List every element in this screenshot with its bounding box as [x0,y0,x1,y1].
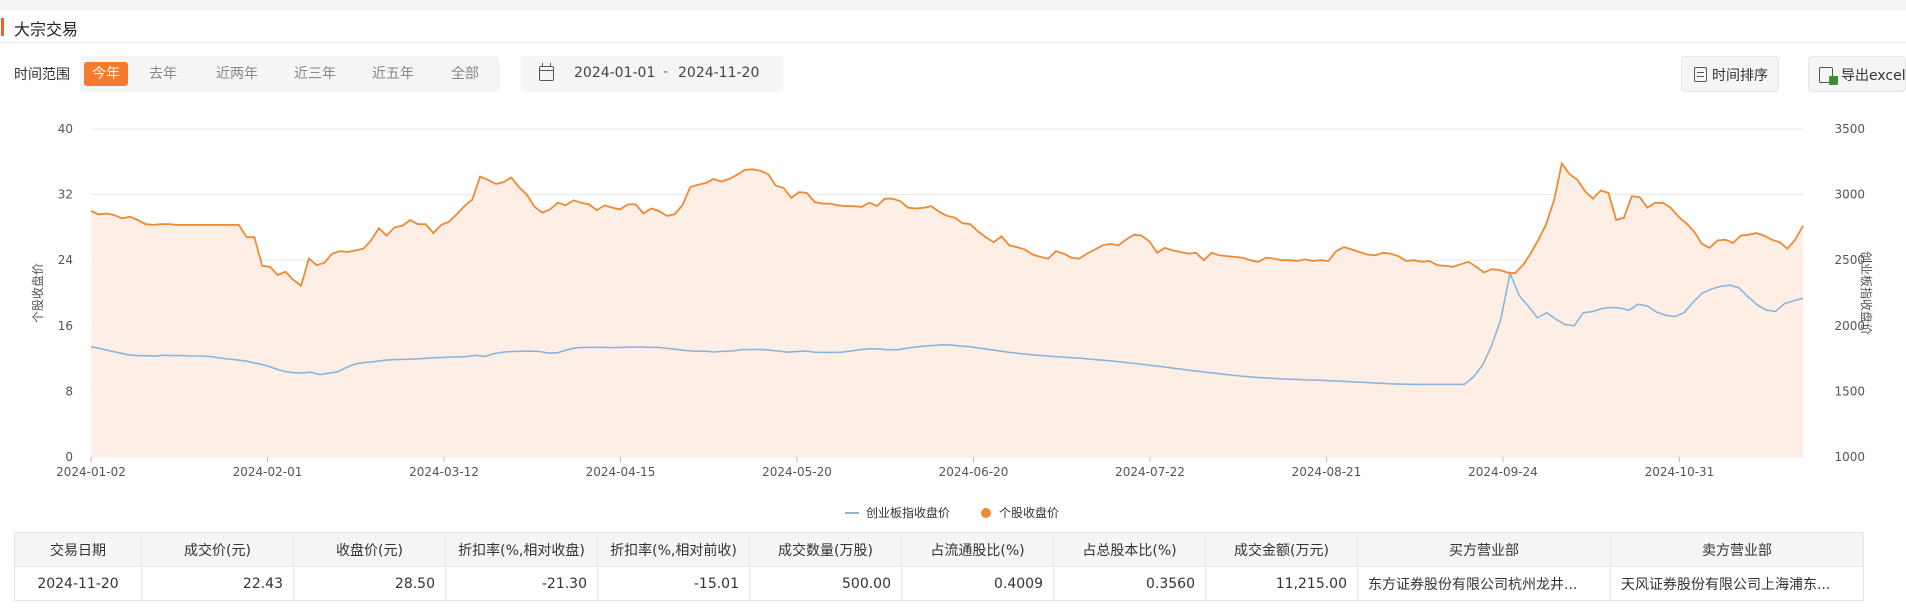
col-header-discount-close[interactable]: 折扣率(%,相对收盘) [445,532,598,567]
range-five-years-button[interactable]: 近五年 [362,62,424,86]
range-all-button[interactable]: 全部 [440,62,490,86]
y-left-tick-label: 16 [58,319,73,333]
time-range-selector: 今年 去年 近两年 近三年 近五年 全部 [80,56,500,92]
y-right-tick-label: 1000 [1834,450,1865,464]
export-excel-button[interactable]: 导出excel [1808,56,1906,92]
legend-index-label: 创业板指收盘价 [866,505,950,520]
panel-header: 大宗交易 [0,10,1906,43]
end-date-input[interactable]: 2024-11-20 [678,65,759,81]
date-separator: - [663,64,669,80]
legend-stock-label: 个股收盘价 [999,505,1059,520]
export-excel-label: 导出excel [1841,68,1906,84]
time-sort-label: 时间排序 [1712,68,1768,84]
x-tick-label: 2024-09-24 [1468,465,1538,479]
cell-seller[interactable]: 天风证券股份有限公司上海浦东... [1610,566,1864,601]
x-tick-label: 2024-03-12 [409,465,479,479]
col-header-buyer[interactable]: 买方营业部 [1357,532,1611,567]
y-left-tick-label: 40 [58,122,73,136]
y-left-tick-label: 24 [58,253,73,267]
stock-price-area [91,163,1803,457]
table-row[interactable]: 2024-11-20 22.43 28.50 -21.30 -15.01 500… [14,566,1864,601]
col-header-volume[interactable]: 成交数量(万股) [749,532,902,567]
x-tick-label: 2024-10-31 [1645,465,1715,479]
range-this-year-button[interactable]: 今年 [84,62,128,86]
y-left-tick-label: 32 [58,188,73,202]
x-tick-label: 2024-05-20 [762,465,832,479]
cell-close-price: 28.50 [293,566,446,601]
range-three-years-button[interactable]: 近三年 [284,62,346,86]
cell-volume: 500.00 [749,566,902,601]
start-date-input[interactable]: 2024-01-01 [574,65,655,81]
sort-icon [1694,67,1707,82]
block-trade-table: 交易日期 成交价(元) 收盘价(元) 折扣率(%,相对收盘) 折扣率(%,相对前… [14,532,1864,601]
col-header-total-ratio[interactable]: 占总股本比(%) [1053,532,1206,567]
range-last-year-button[interactable]: 去年 [136,62,190,86]
col-header-amount[interactable]: 成交金额(万元) [1205,532,1358,567]
x-tick-label: 2024-06-20 [939,465,1009,479]
table-header-row: 交易日期 成交价(元) 收盘价(元) 折扣率(%,相对收盘) 折扣率(%,相对前… [14,532,1864,567]
y-right-tick-label: 3500 [1834,122,1865,136]
panel-title: 大宗交易 [14,20,79,39]
cell-trade-price: 22.43 [141,566,294,601]
cell-discount-prev: -15.01 [597,566,750,601]
time-range-label: 时间范围 [14,67,70,83]
cell-buyer[interactable]: 东方证券股份有限公司杭州龙井... [1357,566,1611,601]
x-tick-label: 2024-07-22 [1115,465,1185,479]
cell-discount-close: -21.30 [445,566,598,601]
col-header-float-ratio[interactable]: 占流通股比(%) [901,532,1054,567]
y-left-tick-label: 0 [65,450,73,464]
excel-icon [1819,67,1838,85]
x-tick-label: 2024-04-15 [586,465,656,479]
cell-trade-date: 2024-11-20 [14,566,142,601]
title-accent-bar [1,18,4,36]
y-left-axis-title: 个股收盘价 [30,263,45,323]
col-header-trade-price[interactable]: 成交价(元) [141,532,294,567]
y-right-tick-label: 1500 [1834,384,1865,398]
x-tick-label: 2024-02-01 [233,465,303,479]
price-chart: 0816243240100015002000250030003500个股收盘价创… [30,122,1874,520]
cell-float-ratio: 0.4009 [901,566,1054,601]
legend-stock-swatch [981,508,991,518]
cell-total-ratio: 0.3560 [1053,566,1206,601]
x-tick-label: 2024-01-02 [56,465,126,479]
y-right-tick-label: 3000 [1834,188,1865,202]
col-header-trade-date[interactable]: 交易日期 [14,532,142,567]
y-right-axis-title: 创业板指收盘价 [1859,251,1874,335]
y-left-tick-label: 8 [65,384,73,398]
col-header-close-price[interactable]: 收盘价(元) [293,532,446,567]
date-range-picker[interactable]: 2024-01-01 - 2024-11-20 [521,56,783,92]
range-two-years-button[interactable]: 近两年 [206,62,268,86]
cell-amount: 11,215.00 [1205,566,1358,601]
col-header-discount-prev[interactable]: 折扣率(%,相对前收) [597,532,750,567]
calendar-icon [539,63,554,81]
col-header-seller[interactable]: 卖方营业部 [1610,532,1864,567]
time-sort-button[interactable]: 时间排序 [1681,56,1779,92]
x-tick-label: 2024-08-21 [1292,465,1362,479]
